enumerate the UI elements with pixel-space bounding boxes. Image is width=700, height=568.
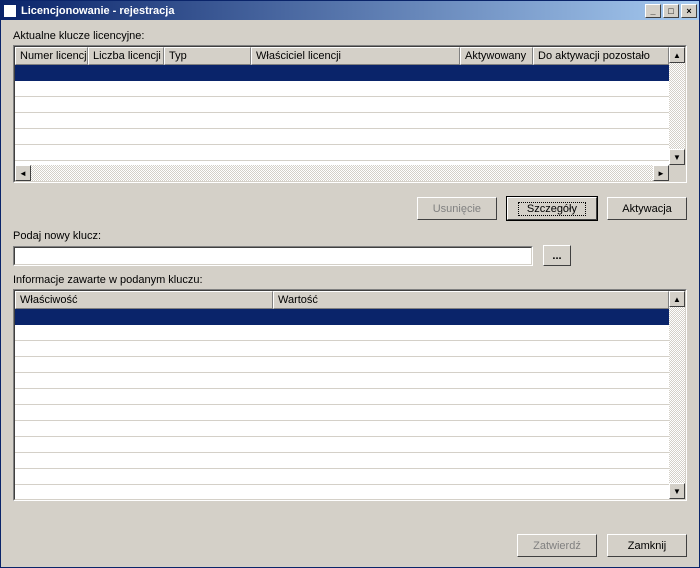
- col-license-number[interactable]: Numer licencji: [15, 47, 88, 65]
- close-window-button[interactable]: ×: [681, 4, 697, 18]
- table-row[interactable]: [15, 81, 669, 97]
- scroll-track[interactable]: [31, 165, 653, 181]
- maximize-button[interactable]: □: [663, 4, 679, 18]
- license-keys-grid: Numer licencji Liczba licencji Typ Właśc…: [13, 45, 687, 183]
- activate-button[interactable]: Aktywacja: [607, 197, 687, 220]
- col-property[interactable]: Właściwość: [15, 291, 273, 309]
- col-type[interactable]: Typ: [164, 47, 251, 65]
- new-key-row: ...: [13, 245, 687, 266]
- col-value[interactable]: Wartość: [273, 291, 669, 309]
- window-title: Licencjonowanie - rejestracja: [21, 5, 643, 17]
- grid1-body[interactable]: [15, 65, 669, 165]
- confirm-button: Zatwierdź: [517, 534, 597, 557]
- table-row[interactable]: [15, 405, 669, 421]
- grid1-vscroll[interactable]: ▲ ▼: [669, 47, 685, 165]
- grid2-vscroll[interactable]: ▲ ▼: [669, 291, 685, 499]
- scroll-up-icon[interactable]: ▲: [669, 291, 685, 307]
- col-license-count[interactable]: Liczba licencji: [88, 47, 164, 65]
- grid1-hscroll[interactable]: ◄ ►: [15, 165, 669, 181]
- table-row[interactable]: [15, 357, 669, 373]
- new-key-input[interactable]: [13, 246, 533, 266]
- scroll-track[interactable]: [669, 307, 685, 483]
- close-button[interactable]: Zamknij: [607, 534, 687, 557]
- scroll-right-icon[interactable]: ►: [653, 165, 669, 181]
- col-owner[interactable]: Właściciel licencji: [251, 47, 460, 65]
- table-row[interactable]: [15, 437, 669, 453]
- scroll-corner: [669, 165, 685, 181]
- delete-button: Usunięcie: [417, 197, 497, 220]
- scroll-down-icon[interactable]: ▼: [669, 483, 685, 499]
- details-button[interactable]: Szczegóły: [507, 197, 597, 220]
- grid1-header: Numer licencji Liczba licencji Typ Właśc…: [15, 47, 669, 65]
- new-key-label: Podaj nowy klucz:: [13, 230, 687, 242]
- titlebar: Licencjonowanie - rejestracja _ □ ×: [1, 1, 699, 20]
- browse-button[interactable]: ...: [543, 245, 571, 266]
- key-info-label: Informacje zawarte w podanym kluczu:: [13, 274, 687, 286]
- table-row[interactable]: [15, 325, 669, 341]
- minimize-button[interactable]: _: [645, 4, 661, 18]
- col-remaining[interactable]: Do aktywacji pozostało: [533, 47, 669, 65]
- key-info-grid: Właściwość Wartość: [13, 289, 687, 501]
- scroll-up-icon[interactable]: ▲: [669, 47, 685, 63]
- grid2-header: Właściwość Wartość: [15, 291, 669, 309]
- scroll-left-icon[interactable]: ◄: [15, 165, 31, 181]
- bottom-button-bar: Zatwierdź Zamknij: [1, 524, 699, 567]
- app-icon: [3, 4, 17, 18]
- registration-window: Licencjonowanie - rejestracja _ □ × Aktu…: [0, 0, 700, 568]
- grid2-selected-row[interactable]: [15, 309, 669, 325]
- table-row[interactable]: [15, 113, 669, 129]
- table-row[interactable]: [15, 97, 669, 113]
- scroll-down-icon[interactable]: ▼: [669, 149, 685, 165]
- table-row[interactable]: [15, 129, 669, 145]
- table-row[interactable]: [15, 389, 669, 405]
- table-row[interactable]: [15, 453, 669, 469]
- col-activated[interactable]: Aktywowany: [460, 47, 533, 65]
- grid2-body[interactable]: [15, 309, 669, 499]
- current-keys-label: Aktualne klucze licencyjne:: [13, 30, 687, 42]
- table-row[interactable]: [15, 469, 669, 485]
- grid1-buttons: Usunięcie Szczegóły Aktywacja: [13, 197, 687, 220]
- table-row[interactable]: [15, 421, 669, 437]
- scroll-track[interactable]: [669, 63, 685, 149]
- grid1-selected-row[interactable]: [15, 65, 669, 81]
- table-row[interactable]: [15, 373, 669, 389]
- content-area: Aktualne klucze licencyjne: Numer licenc…: [1, 20, 699, 524]
- table-row[interactable]: [15, 485, 669, 499]
- table-row[interactable]: [15, 145, 669, 161]
- table-row[interactable]: [15, 341, 669, 357]
